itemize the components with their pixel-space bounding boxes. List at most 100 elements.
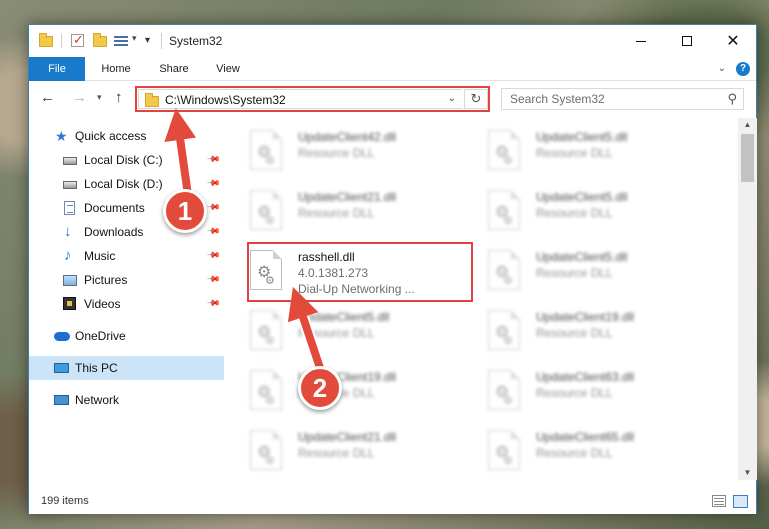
close-button[interactable]: ✕ xyxy=(710,25,756,57)
quick-access-toolbar-dropdown[interactable]: ▾ xyxy=(145,35,150,46)
address-field[interactable]: C:\Windows\System32 ⌄ xyxy=(138,89,462,109)
address-bar[interactable]: C:\Windows\System32 ⌄ ↻ xyxy=(135,86,490,112)
dll-file-icon: ⚙ ⚙ xyxy=(250,370,282,410)
customize-icon[interactable] xyxy=(114,34,128,47)
tiles-view-button[interactable] xyxy=(733,495,748,508)
sidebar-item-videos[interactable]: Videos 📌 xyxy=(29,292,224,316)
file-name: UpdateClient5.dll xyxy=(536,250,628,264)
sidebar-item-network[interactable]: Network xyxy=(29,388,224,412)
network-icon xyxy=(54,395,69,405)
maximize-button[interactable] xyxy=(664,25,710,57)
vertical-scrollbar[interactable]: ▲ ▼ xyxy=(738,118,757,480)
search-input[interactable] xyxy=(502,89,712,109)
sidebar-item-label: Local Disk (D:) xyxy=(84,177,163,191)
sidebar-item-local-disk-c[interactable]: Local Disk (C:) 📌 xyxy=(29,148,224,172)
separator xyxy=(61,34,62,48)
sidebar-item-label: OneDrive xyxy=(75,329,126,343)
file-description: Dial-Up Networking ... xyxy=(298,282,415,296)
file-item[interactable]: ⚙ ⚙ UpdateClient63.dll Resource DLL xyxy=(464,364,684,420)
sidebar-item-pictures[interactable]: Pictures 📌 xyxy=(29,268,224,292)
back-button[interactable]: ← xyxy=(40,89,55,106)
sidebar-item-onedrive[interactable]: OneDrive xyxy=(29,324,224,348)
cloud-icon xyxy=(54,332,70,341)
folder-icon xyxy=(39,33,53,48)
ribbon-tabs: File Home Share View ⌄ ? xyxy=(29,57,756,81)
dll-file-icon: ⚙ ⚙ xyxy=(488,130,520,170)
file-name: UpdateClient5.dll xyxy=(298,310,390,324)
details-view-button[interactable] xyxy=(712,495,726,507)
file-description: Resource DLL xyxy=(536,206,613,220)
search-box[interactable]: ⚲ xyxy=(501,88,744,110)
disk-icon xyxy=(63,157,77,165)
file-explorer-window: ▾ ▾ System32 ✕ File Home Share View ⌄ ? … xyxy=(28,24,757,514)
search-icon[interactable]: ⚲ xyxy=(727,91,737,107)
expand-ribbon-button[interactable]: ⌄ xyxy=(718,63,726,74)
file-item[interactable]: ⚙ ⚙ UpdateClient5.dll Resource DLL xyxy=(464,244,684,300)
tab-share[interactable]: Share xyxy=(149,57,199,81)
sidebar-item-downloads[interactable]: ↓ Downloads 📌 xyxy=(29,220,224,244)
file-item[interactable]: ⚙ ⚙ UpdateClient5.dll Resource DLL xyxy=(464,184,684,240)
file-item[interactable]: ⚙ ⚙ UpdateClient42.dll Resource DLL xyxy=(226,124,446,180)
file-description: Resource DLL xyxy=(298,446,375,460)
sidebar-item-local-disk-d[interactable]: Local Disk (D:) 📌 xyxy=(29,172,224,196)
sidebar-item-music[interactable]: ♪ Music 📌 xyxy=(29,244,224,268)
properties-check-icon[interactable] xyxy=(71,32,84,48)
navigation-pane: ★ Quick access Local Disk (C:) 📌 Local D… xyxy=(29,120,224,480)
refresh-button[interactable]: ↻ xyxy=(464,89,488,109)
file-item[interactable]: ⚙ ⚙ UpdateClient5.dll Resource DLL xyxy=(226,304,446,360)
pin-icon[interactable]: 📌 xyxy=(206,296,221,312)
sidebar-item-label: Documents xyxy=(84,201,145,215)
file-name: UpdateClient65.dll xyxy=(536,430,635,444)
forward-button[interactable]: → xyxy=(72,89,87,106)
up-button[interactable]: ↑ xyxy=(115,89,123,106)
dll-file-icon: ⚙ ⚙ xyxy=(488,430,520,470)
navigation-bar: ← → ▾ ↑ C:\Windows\System32 ⌄ ↻ ⚲ xyxy=(29,82,756,116)
new-folder-icon[interactable] xyxy=(93,33,107,48)
file-item[interactable]: ⚙ ⚙ UpdateClient65.dll Resource DLL xyxy=(464,424,684,480)
dll-file-icon: ⚙ ⚙ xyxy=(488,250,520,290)
tab-file[interactable]: File xyxy=(29,57,85,81)
file-item[interactable]: ⚙ ⚙ UpdateClient19.dll Resource DLL xyxy=(226,364,446,420)
dll-file-icon: ⚙ ⚙ xyxy=(250,190,282,230)
pin-icon[interactable]: 📌 xyxy=(206,272,221,288)
chevron-down-icon[interactable]: ⌄ xyxy=(448,93,456,104)
file-item[interactable]: ⚙ ⚙ UpdateClient21.dll Resource DLL xyxy=(226,424,446,480)
pin-icon[interactable]: 📌 xyxy=(206,200,221,216)
sidebar-item-documents[interactable]: Documents 📌 xyxy=(29,196,224,220)
file-description: Resource DLL xyxy=(298,206,375,220)
pin-icon[interactable]: 📌 xyxy=(206,152,221,168)
scroll-thumb[interactable] xyxy=(741,134,754,182)
help-icon[interactable]: ? xyxy=(736,62,750,76)
sidebar-item-label: Pictures xyxy=(84,273,128,287)
file-item[interactable]: ⚙ ⚙ UpdateClient19.dll Resource DLL xyxy=(464,304,684,360)
minimize-icon xyxy=(636,40,646,42)
file-item-rasshell[interactable]: ⚙ ⚙ rasshell.dll 4.0.1381.273 Dial-Up Net… xyxy=(226,244,446,300)
address-path[interactable]: C:\Windows\System32 xyxy=(165,93,286,107)
sidebar-item-quick-access[interactable]: ★ Quick access xyxy=(29,124,224,148)
pin-icon[interactable]: 📌 xyxy=(206,248,221,264)
download-icon: ↓ xyxy=(64,223,72,240)
recent-locations-button[interactable]: ▾ xyxy=(97,92,102,103)
file-item[interactable]: ⚙ ⚙ UpdateClient5.dll Resource DLL xyxy=(464,124,684,180)
star-icon: ★ xyxy=(55,128,68,144)
chevron-down-icon[interactable]: ▾ xyxy=(132,33,137,44)
title-bar: ▾ ▾ System32 ✕ xyxy=(29,25,756,57)
file-name: UpdateClient21.dll xyxy=(298,190,397,204)
scroll-down-button[interactable]: ▼ xyxy=(738,466,757,480)
file-description: Resource DLL xyxy=(536,446,613,460)
file-name: UpdateClient21.dll xyxy=(298,430,397,444)
file-name: UpdateClient5.dll xyxy=(536,190,628,204)
tab-home[interactable]: Home xyxy=(91,57,141,81)
file-item[interactable]: ⚙ ⚙ UpdateClient21.dll Resource DLL xyxy=(226,184,446,240)
pin-icon[interactable]: 📌 xyxy=(206,176,221,192)
pin-icon[interactable]: 📌 xyxy=(206,224,221,240)
window-title: System32 xyxy=(169,34,223,48)
sidebar-item-this-pc[interactable]: This PC xyxy=(29,356,224,380)
file-description: Resource DLL xyxy=(298,146,375,160)
minimize-button[interactable] xyxy=(618,25,664,57)
dll-file-icon: ⚙ ⚙ xyxy=(250,250,282,290)
close-icon: ✕ xyxy=(726,33,740,50)
tab-view[interactable]: View xyxy=(205,57,251,81)
file-description: Resource DLL xyxy=(298,386,375,400)
scroll-up-button[interactable]: ▲ xyxy=(738,118,757,132)
